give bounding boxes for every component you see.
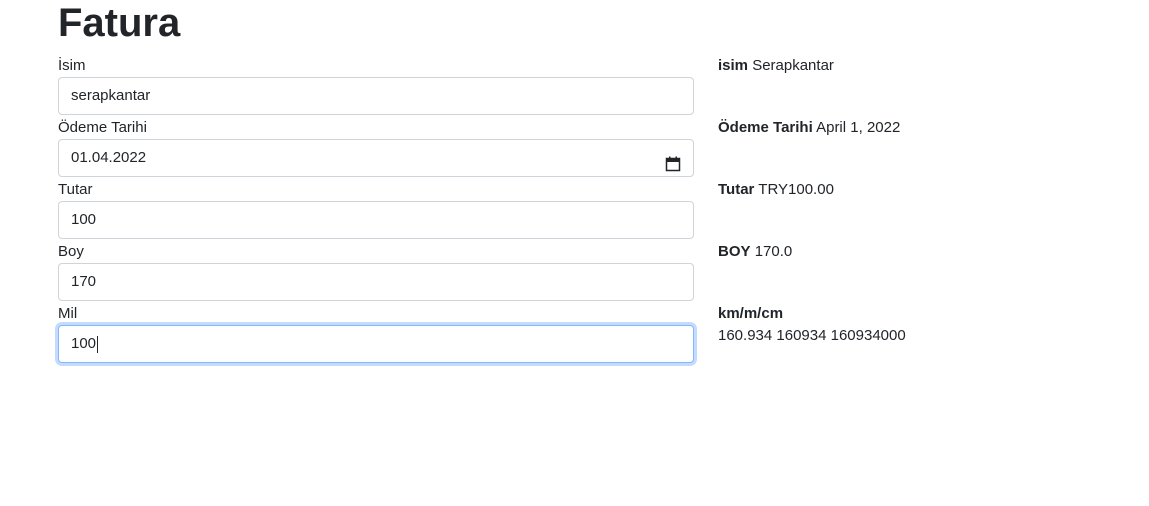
height-input[interactable]: 170: [58, 263, 694, 301]
amount-input-value: 100: [71, 211, 97, 228]
preview-name-value: Serapkantar: [752, 57, 834, 74]
preview-height-value: 170.0: [754, 243, 793, 260]
date-input-value: 01.04.2022: [71, 149, 147, 166]
amount-label: Tutar: [58, 181, 93, 198]
name-input[interactable]: serapkantar: [58, 77, 694, 115]
preview-date: Ödeme Tarihi April 1, 2022: [718, 117, 1138, 179]
amount-group: Tutar 100: [58, 179, 694, 241]
height-input-value: 170: [71, 273, 97, 290]
preview-distance: km/m/cm 160.934 160934 160934000: [718, 303, 1138, 365]
date-group: Ödeme Tarihi 01.04.2022: [58, 117, 694, 179]
mile-label: Mil: [58, 305, 78, 322]
date-input[interactable]: 01.04.2022: [58, 139, 694, 177]
name-label: İsim: [58, 57, 86, 74]
preview-amount-label: Tutar: [718, 181, 755, 198]
preview-height: BOY 170.0: [718, 241, 1138, 303]
amount-input[interactable]: 100: [58, 201, 694, 239]
mile-input-value: 100: [71, 335, 97, 352]
calendar-icon[interactable]: [665, 150, 681, 172]
preview-amount-value: TRY100.00: [758, 181, 834, 198]
text-caret: [97, 335, 99, 353]
preview-distance-value: 160.934 160934 160934000: [718, 327, 906, 344]
preview-height-label: BOY: [718, 243, 751, 260]
mile-input[interactable]: 100: [58, 325, 694, 363]
preview-distance-label: km/m/cm: [718, 305, 784, 322]
preview-amount: Tutar TRY100.00: [718, 179, 1138, 241]
preview-date-value: April 1, 2022: [816, 119, 901, 136]
height-group: Boy 170: [58, 241, 694, 303]
invoice-preview: isim Serapkantar Ödeme Tarihi April 1, 2…: [718, 55, 1138, 365]
preview-name: isim Serapkantar: [718, 55, 1138, 117]
invoice-form: İsim serapkantar Ödeme Tarihi 01.04.2022…: [58, 55, 694, 365]
height-label: Boy: [58, 243, 84, 260]
name-input-value: serapkantar: [71, 87, 151, 104]
preview-date-label: Ödeme Tarihi: [718, 119, 813, 136]
page-title: Fatura: [58, 1, 181, 45]
mile-group: Mil 100: [58, 303, 694, 365]
name-group: İsim serapkantar: [58, 55, 694, 117]
date-label: Ödeme Tarihi: [58, 119, 147, 136]
preview-name-label: isim: [718, 57, 749, 74]
